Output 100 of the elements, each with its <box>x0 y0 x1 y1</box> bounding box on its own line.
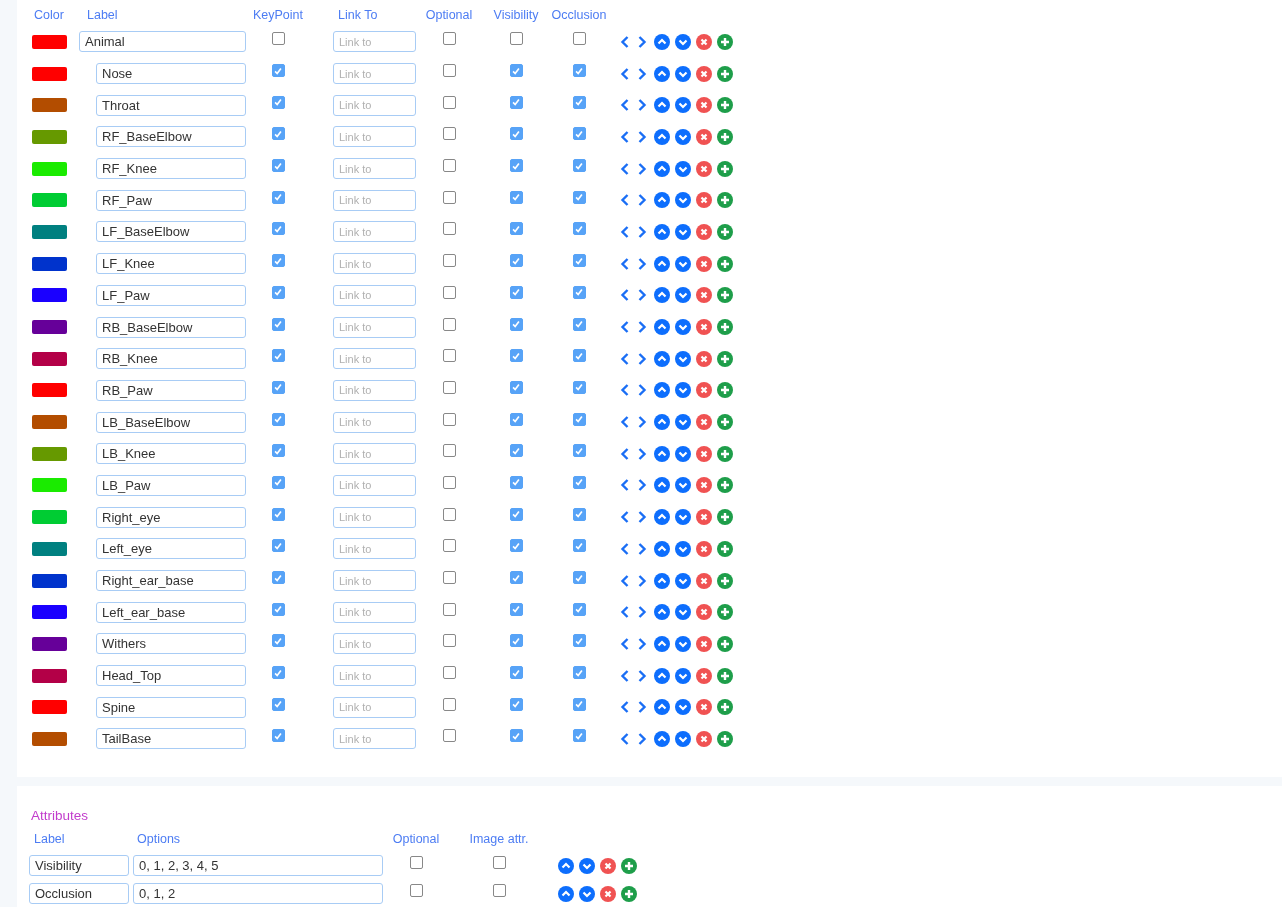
add-icon[interactable] <box>717 667 733 684</box>
move-up-icon[interactable] <box>654 445 670 462</box>
chevron-left-icon[interactable] <box>620 128 630 145</box>
move-down-icon[interactable] <box>675 350 691 367</box>
checkbox[interactable] <box>442 729 456 743</box>
checkbox[interactable] <box>509 729 523 743</box>
checkbox[interactable] <box>509 571 523 585</box>
checkbox[interactable] <box>572 159 586 173</box>
add-icon[interactable] <box>717 319 733 336</box>
chevron-right-icon[interactable] <box>637 255 647 272</box>
link-to-input[interactable]: Link to <box>333 728 416 750</box>
attribute-label-input[interactable]: Visibility <box>29 855 129 877</box>
delete-icon[interactable] <box>696 287 712 304</box>
checkbox[interactable] <box>572 32 586 46</box>
delete-icon[interactable] <box>696 477 712 494</box>
label-input[interactable]: TailBase <box>96 728 246 750</box>
link-to-input[interactable]: Link to <box>333 126 416 148</box>
checkbox[interactable] <box>442 190 456 204</box>
chevron-left-icon[interactable] <box>620 192 630 209</box>
chevron-left-icon[interactable] <box>620 604 630 621</box>
add-icon[interactable] <box>717 699 733 716</box>
link-to-input[interactable]: Link to <box>333 94 416 116</box>
chevron-left-icon[interactable] <box>620 540 630 557</box>
delete-icon[interactable] <box>696 604 712 621</box>
link-to-input[interactable]: Link to <box>333 189 416 211</box>
delete-icon[interactable] <box>696 382 712 399</box>
color-swatch[interactable] <box>32 478 67 493</box>
chevron-right-icon[interactable] <box>637 97 647 114</box>
chevron-right-icon[interactable] <box>637 160 647 177</box>
chevron-right-icon[interactable] <box>637 319 647 336</box>
checkbox[interactable] <box>572 317 586 331</box>
checkbox[interactable] <box>442 95 456 109</box>
delete-icon[interactable] <box>696 667 712 684</box>
move-down-icon[interactable] <box>675 604 691 621</box>
move-up-icon[interactable] <box>654 223 670 240</box>
checkbox[interactable] <box>572 95 586 109</box>
chevron-left-icon[interactable] <box>620 255 630 272</box>
checkbox[interactable] <box>509 32 523 46</box>
move-down-icon[interactable] <box>675 192 691 209</box>
checkbox[interactable] <box>509 159 523 173</box>
move-down-icon[interactable] <box>579 857 595 874</box>
chevron-right-icon[interactable] <box>637 667 647 684</box>
add-icon[interactable] <box>717 223 733 240</box>
add-icon[interactable] <box>717 287 733 304</box>
delete-icon[interactable] <box>696 319 712 336</box>
checkbox[interactable] <box>271 634 285 648</box>
move-down-icon[interactable] <box>579 885 595 902</box>
checkbox[interactable] <box>509 507 523 521</box>
checkbox[interactable] <box>509 634 523 648</box>
color-swatch[interactable] <box>32 573 67 588</box>
color-swatch[interactable] <box>32 256 67 271</box>
checkbox[interactable] <box>442 412 456 426</box>
checkbox[interactable] <box>442 475 456 489</box>
checkbox[interactable] <box>271 95 285 109</box>
move-up-icon[interactable] <box>654 319 670 336</box>
link-to-input[interactable]: Link to <box>333 284 416 306</box>
checkbox[interactable] <box>271 539 285 553</box>
delete-icon[interactable] <box>600 885 616 902</box>
move-up-icon[interactable] <box>654 97 670 114</box>
checkbox[interactable] <box>572 285 586 299</box>
label-input[interactable]: RB_Paw <box>96 379 246 401</box>
link-to-input[interactable]: Link to <box>333 570 416 592</box>
link-to-input[interactable]: Link to <box>333 348 416 370</box>
color-swatch[interactable] <box>32 510 67 525</box>
checkbox[interactable] <box>572 444 586 458</box>
chevron-left-icon[interactable] <box>620 572 630 589</box>
checkbox[interactable] <box>442 349 456 363</box>
color-swatch[interactable] <box>32 161 67 176</box>
label-input[interactable]: Right_ear_base <box>96 570 246 592</box>
add-icon[interactable] <box>717 730 733 747</box>
checkbox[interactable] <box>271 285 285 299</box>
delete-icon[interactable] <box>696 65 712 82</box>
checkbox[interactable] <box>572 634 586 648</box>
move-down-icon[interactable] <box>675 223 691 240</box>
checkbox[interactable] <box>572 190 586 204</box>
delete-icon[interactable] <box>696 445 712 462</box>
label-input[interactable]: Animal <box>79 31 246 53</box>
color-swatch[interactable] <box>32 731 67 746</box>
checkbox[interactable] <box>271 444 285 458</box>
options-input[interactable]: 0, 1, 2 <box>133 883 383 905</box>
delete-icon[interactable] <box>696 33 712 50</box>
checkbox[interactable] <box>442 317 456 331</box>
checkbox[interactable] <box>271 380 285 394</box>
chevron-left-icon[interactable] <box>620 223 630 240</box>
add-icon[interactable] <box>717 635 733 652</box>
move-down-icon[interactable] <box>675 540 691 557</box>
color-swatch[interactable] <box>32 193 67 208</box>
checkbox[interactable] <box>442 666 456 680</box>
move-down-icon[interactable] <box>675 160 691 177</box>
move-up-icon[interactable] <box>654 128 670 145</box>
checkbox[interactable] <box>572 349 586 363</box>
checkbox[interactable] <box>492 884 506 898</box>
checkbox[interactable] <box>509 127 523 141</box>
move-down-icon[interactable] <box>675 287 691 304</box>
delete-icon[interactable] <box>696 223 712 240</box>
add-icon[interactable] <box>717 128 733 145</box>
checkbox[interactable] <box>271 127 285 141</box>
checkbox[interactable] <box>572 127 586 141</box>
delete-icon[interactable] <box>696 255 712 272</box>
link-to-input[interactable]: Link to <box>333 411 416 433</box>
